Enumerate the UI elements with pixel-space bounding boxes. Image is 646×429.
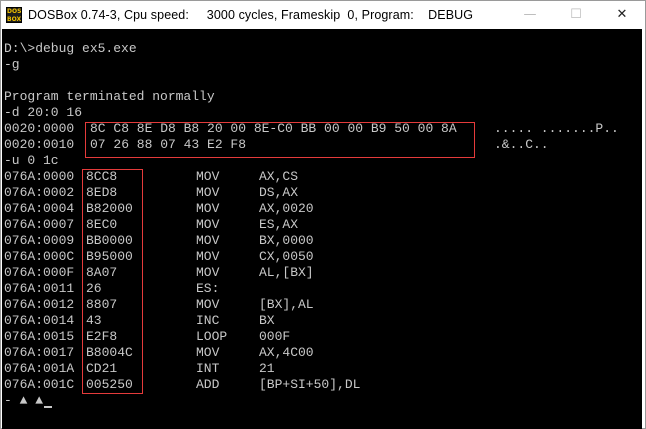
disasm-address: 076A:001A bbox=[4, 361, 75, 376]
disasm-operands: ES,AX bbox=[259, 217, 299, 232]
go-command: -g bbox=[4, 57, 20, 72]
disasm-address: 076A:001C bbox=[4, 377, 75, 392]
dump-bytes-highlight bbox=[85, 122, 475, 158]
disasm-mnemonic: LOOP bbox=[196, 329, 228, 344]
title-bar[interactable]: DOS BOX DOSBox 0.74-3, Cpu speed: 3000 c… bbox=[1, 1, 645, 28]
disasm-operands: AX,CS bbox=[259, 169, 299, 184]
disasm-mnemonic: MOV bbox=[196, 345, 220, 360]
disasm-address: 076A:000C bbox=[4, 249, 75, 264]
close-icon: ✕ bbox=[616, 7, 628, 22]
disasm-mnemonic: MOV bbox=[196, 185, 220, 200]
terminated-message: Program terminated normally bbox=[4, 89, 215, 104]
disasm-operands: BX bbox=[259, 313, 275, 328]
unassemble-command: -u 0 1c bbox=[4, 153, 59, 168]
disasm-address: 076A:0000 bbox=[4, 169, 75, 184]
disasm-mnemonic: MOV bbox=[196, 201, 220, 216]
disasm-operands: [BX],AL bbox=[259, 297, 314, 312]
dos-terminal[interactable]: D:\>debug ex5.exe -g Program terminated … bbox=[2, 29, 642, 429]
disasm-mnemonic: ADD bbox=[196, 377, 220, 392]
disasm-operands: DS,AX bbox=[259, 185, 299, 200]
machine-code-highlight bbox=[82, 169, 143, 394]
close-button[interactable]: ✕ bbox=[599, 1, 645, 28]
dosbox-icon[interactable]: DOS BOX bbox=[6, 6, 22, 23]
disasm-mnemonic: INC bbox=[196, 313, 220, 328]
disasm-address: 076A:0002 bbox=[4, 185, 75, 200]
disasm-address: 076A:000F bbox=[4, 265, 75, 280]
disasm-mnemonic: MOV bbox=[196, 169, 220, 184]
disasm-address: 076A:0009 bbox=[4, 233, 75, 248]
disasm-address: 076A:0011 bbox=[4, 281, 75, 296]
dump-ascii: .&..C.. bbox=[494, 137, 549, 152]
dump-address: 0020:0010 bbox=[4, 137, 75, 152]
dosbox-window: DOS BOX DOSBox 0.74-3, Cpu speed: 3000 c… bbox=[0, 0, 646, 429]
dump-command: -d 20:0 16 bbox=[4, 105, 83, 120]
prompt-line: - ▲ ▲ bbox=[4, 393, 44, 408]
disasm-operands: AX,4C00 bbox=[259, 345, 314, 360]
window-controls: — ☐ ✕ bbox=[507, 1, 645, 28]
disasm-address: 076A:0007 bbox=[4, 217, 75, 232]
disasm-operands: 21 bbox=[259, 361, 275, 376]
disasm-operands: [BP+SI+50],DL bbox=[259, 377, 361, 392]
disasm-operands: AX,0020 bbox=[259, 201, 314, 216]
disasm-operands: BX,0000 bbox=[259, 233, 314, 248]
disasm-address: 076A:0012 bbox=[4, 297, 75, 312]
disasm-mnemonic: MOV bbox=[196, 217, 220, 232]
disasm-mnemonic: MOV bbox=[196, 233, 220, 248]
maximize-button[interactable]: ☐ bbox=[553, 1, 599, 28]
command-line: D:\>debug ex5.exe bbox=[4, 41, 137, 56]
window-title: DOSBox 0.74-3, Cpu speed: 3000 cycles, F… bbox=[28, 7, 474, 22]
disasm-operands: AL,[BX] bbox=[259, 265, 314, 280]
disasm-operands: 000F bbox=[259, 329, 291, 344]
text-cursor bbox=[44, 406, 52, 408]
minimize-icon: — bbox=[523, 7, 537, 22]
maximize-icon: ☐ bbox=[570, 7, 582, 22]
disasm-address: 076A:0014 bbox=[4, 313, 75, 328]
disasm-mnemonic: ES: bbox=[196, 281, 220, 296]
minimize-button[interactable]: — bbox=[507, 1, 553, 28]
disasm-operands: CX,0050 bbox=[259, 249, 314, 264]
disasm-mnemonic: MOV bbox=[196, 297, 220, 312]
disasm-mnemonic: MOV bbox=[196, 249, 220, 264]
disasm-address: 076A:0015 bbox=[4, 329, 75, 344]
dump-ascii: ..... .......P.. bbox=[494, 121, 619, 136]
disasm-mnemonic: MOV bbox=[196, 265, 220, 280]
disasm-address: 076A:0017 bbox=[4, 345, 75, 360]
disasm-mnemonic: INT bbox=[196, 361, 220, 376]
dump-address: 0020:0000 bbox=[4, 121, 75, 136]
disasm-address: 076A:0004 bbox=[4, 201, 75, 216]
